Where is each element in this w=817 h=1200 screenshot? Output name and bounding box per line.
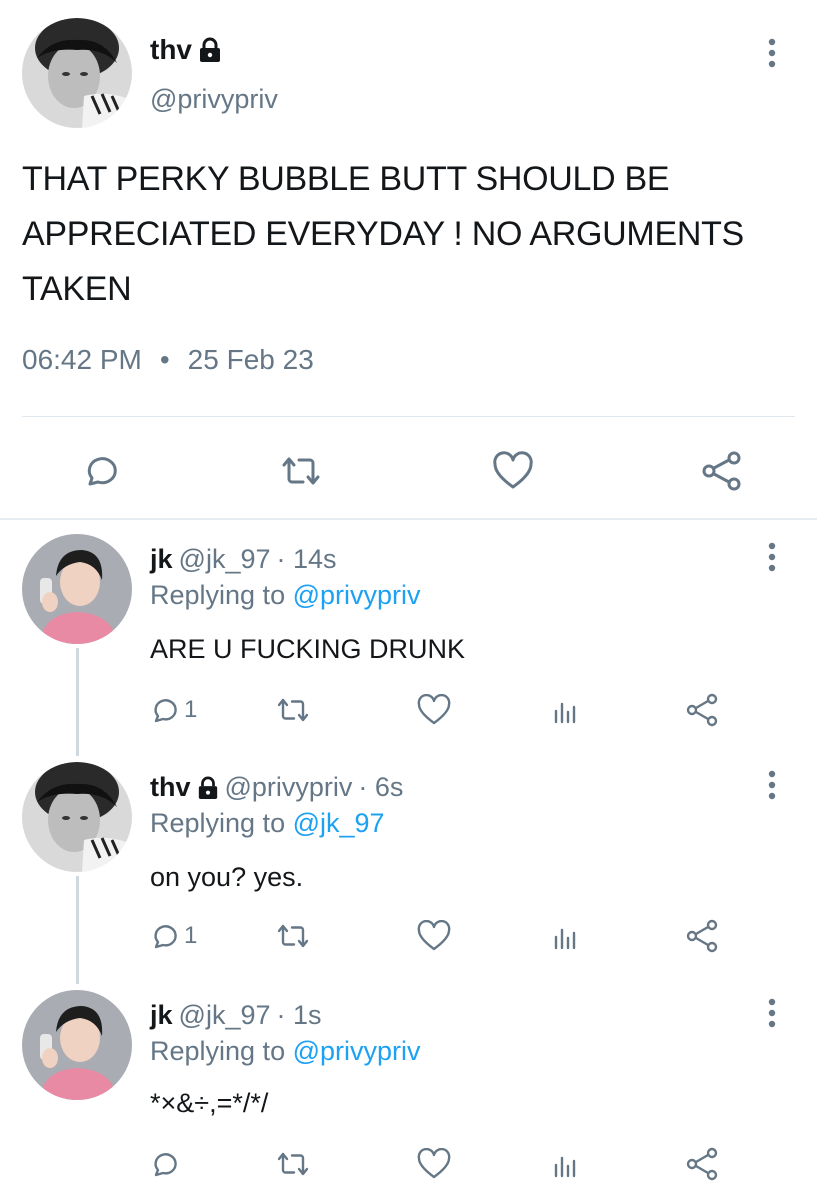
avatar-jk[interactable] — [22, 534, 132, 644]
reply-text: on you? yes. — [150, 862, 304, 892]
reply-bubble-icon[interactable] — [74, 446, 124, 496]
thread-line — [76, 876, 79, 984]
retweet-icon[interactable] — [276, 446, 326, 496]
meta-separator: • — [159, 344, 170, 375]
avatar-thv[interactable] — [22, 762, 132, 872]
heart-icon[interactable] — [488, 446, 538, 496]
analytics-bars-icon[interactable] — [550, 914, 582, 958]
heart-icon[interactable] — [416, 914, 452, 958]
share-icon[interactable] — [684, 914, 720, 958]
more-vertical-icon[interactable] — [760, 540, 784, 576]
author-name[interactable]: thv — [150, 34, 192, 66]
heart-icon[interactable] — [416, 688, 452, 732]
reply-age: · 6s — [358, 772, 404, 802]
reply-action-bar: 1 — [140, 688, 740, 732]
replying-prefix: Replying to — [150, 808, 286, 838]
replying-to: Replying to @privypriv — [150, 580, 421, 611]
main-author-name[interactable]: thv — [150, 34, 222, 66]
lock-icon — [197, 776, 219, 800]
avatar-thv[interactable] — [22, 18, 132, 128]
more-vertical-icon[interactable] — [760, 36, 784, 72]
main-author-handle[interactable]: @privypriv — [150, 84, 278, 115]
reply-bubble-icon — [148, 694, 180, 726]
author-handle[interactable]: @privypriv — [225, 772, 353, 803]
retweet-icon[interactable] — [274, 914, 312, 958]
main-action-bar — [0, 440, 817, 500]
reply-age: · 14s — [276, 544, 337, 574]
reply-action-bar — [140, 1142, 740, 1186]
replying-to-link[interactable]: @privypriv — [293, 1036, 421, 1066]
tweet-time: 06:42 PM — [22, 344, 142, 375]
reply-age: · 1s — [276, 1000, 322, 1030]
replying-to: Replying to @jk_97 — [150, 808, 385, 839]
tweet-date: 25 Feb 23 — [187, 344, 314, 375]
reply-header: jk @jk_97 · 14s — [150, 544, 337, 575]
reply-header: thv @privypriv · 6s — [150, 772, 403, 803]
replying-prefix: Replying to — [150, 580, 286, 610]
tweet-text: THAT PERKY BUBBLE BUTT SHOULD BE APPRECI… — [22, 160, 744, 308]
replying-prefix: Replying to — [150, 1036, 286, 1066]
avatar-jk[interactable] — [22, 990, 132, 1100]
reply-action-bar: 1 — [140, 914, 740, 958]
share-icon[interactable] — [697, 446, 747, 496]
retweet-icon[interactable] — [274, 1142, 312, 1186]
more-vertical-icon[interactable] — [760, 768, 784, 804]
reply-text: ARE U FUCKING DRUNK — [150, 634, 466, 664]
reply-bubble-icon — [148, 1148, 180, 1180]
divider — [22, 416, 795, 417]
replying-to: Replying to @privypriv — [150, 1036, 421, 1067]
replying-to-link[interactable]: @jk_97 — [293, 808, 385, 838]
analytics-bars-icon[interactable] — [550, 688, 582, 732]
author-name[interactable]: thv — [150, 772, 191, 803]
thread-line — [76, 648, 79, 756]
share-icon[interactable] — [684, 1142, 720, 1186]
reply-count: 1 — [184, 922, 198, 949]
reply-button[interactable]: 1 — [148, 688, 197, 732]
author-name[interactable]: jk — [150, 1000, 173, 1031]
reply-button[interactable] — [148, 1142, 184, 1186]
reply-header: jk @jk_97 · 1s — [150, 1000, 322, 1031]
analytics-bars-icon[interactable] — [550, 1142, 582, 1186]
share-icon[interactable] — [684, 688, 720, 732]
reply-count: 1 — [184, 696, 198, 723]
author-name[interactable]: jk — [150, 544, 173, 575]
reply-bubble-icon — [148, 920, 180, 952]
replying-to-link[interactable]: @privypriv — [293, 580, 421, 610]
reply-text: *×&÷,=*/*/ — [150, 1088, 269, 1118]
heart-icon[interactable] — [416, 1142, 452, 1186]
author-handle[interactable]: @jk_97 — [179, 1000, 271, 1031]
author-handle[interactable]: @jk_97 — [179, 544, 271, 575]
retweet-icon[interactable] — [274, 688, 312, 732]
reply-button[interactable]: 1 — [148, 914, 197, 958]
tweet-timestamp[interactable]: 06:42 PM • 25 Feb 23 — [22, 344, 314, 376]
section-divider — [0, 518, 817, 520]
more-vertical-icon[interactable] — [760, 996, 784, 1032]
lock-icon — [198, 37, 222, 63]
